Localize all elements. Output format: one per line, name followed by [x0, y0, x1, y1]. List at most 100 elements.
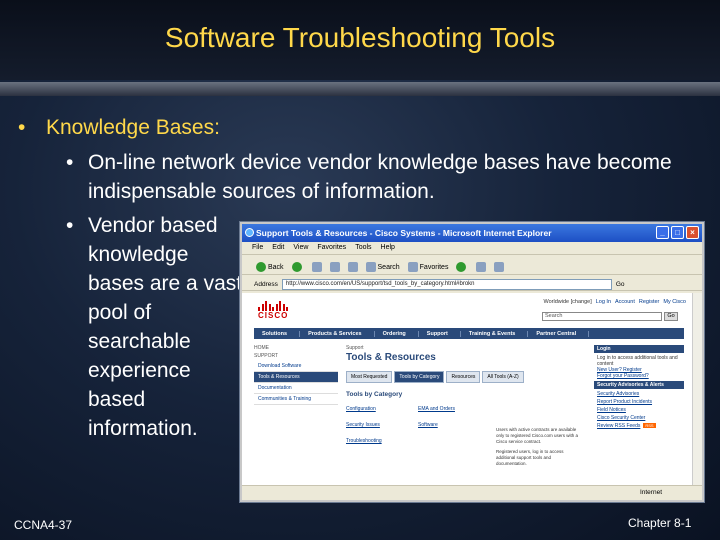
minimize-icon[interactable]: _ [656, 226, 669, 239]
bullet-dot: • [18, 116, 26, 139]
bullet-level2-text: On-line network device vendor knowledge … [88, 151, 672, 203]
bullet-level2-text: Vendor based knowledge bases are a vast … [88, 214, 243, 440]
print-icon[interactable] [494, 261, 505, 272]
go-button[interactable]: Go [616, 281, 625, 288]
search-icon [365, 261, 376, 272]
left-nav: HOME SUPPORT Download Software Tools & R… [254, 345, 338, 405]
login-text: Log in to access additional tools and co… [597, 355, 678, 367]
account-link[interactable]: Account [615, 299, 635, 305]
login-link[interactable]: Log In [596, 299, 611, 305]
cisco-logo: CISCO [258, 301, 298, 323]
crumb-home[interactable]: HOME [254, 345, 338, 351]
mail-icon[interactable] [476, 261, 487, 272]
security-links: Security Advisories Report Product Incid… [594, 389, 684, 433]
slide-title: Software Troubleshooting Tools [164, 22, 556, 53]
menu-bar: File Edit View Favorites Tools Help [242, 242, 702, 255]
back-button[interactable]: Back [256, 261, 284, 272]
tab-most-requested[interactable]: Most Requested [346, 371, 393, 383]
nav-products[interactable]: Products & Services [300, 330, 375, 337]
security-head: Security Advisories & Alerts [594, 381, 684, 389]
address-bar: Address http://www.cisco.com/en/US/suppo… [242, 275, 702, 291]
close-icon[interactable]: × [686, 226, 699, 239]
nav-support[interactable]: Support [419, 330, 461, 337]
leftnav-documentation[interactable]: Documentation [254, 383, 338, 394]
search-button[interactable]: Search [365, 261, 400, 272]
ie-icon [245, 228, 254, 237]
link-rss-feeds[interactable]: Review RSS Feeds RSS [597, 423, 681, 429]
status-bar: Internet [242, 485, 702, 500]
cat-configuration[interactable]: Configuration [346, 406, 418, 412]
menu-file[interactable]: File [252, 244, 263, 254]
menu-view[interactable]: View [293, 244, 308, 254]
register-link[interactable]: Register [639, 299, 659, 305]
menu-edit[interactable]: Edit [272, 244, 284, 254]
info-registered: Registered users, log in to access addit… [496, 449, 564, 466]
cat-ema-orders[interactable]: EMA and Orders [418, 406, 488, 412]
tab-by-category[interactable]: Tools by Category [394, 371, 445, 383]
right-panel: Login Log in to access additional tools … [594, 345, 684, 433]
address-label: Address [254, 280, 278, 288]
nav-ordering[interactable]: Ordering [375, 330, 419, 337]
bullet-level2-second: • Vendor based knowledge bases are a vas… [66, 211, 248, 443]
footer-course: CCNA4-37 [14, 518, 73, 532]
main-content: Support Tools & Resources Most Requested… [346, 345, 586, 466]
forward-arrow-icon[interactable] [291, 261, 302, 272]
bullet-level1-text: Knowledge Bases: [46, 116, 220, 139]
my-cisco-link[interactable]: My Cisco [663, 299, 686, 305]
refresh-icon[interactable] [329, 261, 340, 272]
nav-solutions[interactable]: Solutions [254, 330, 301, 337]
site-search: Search Go [542, 312, 678, 321]
favorites-label: Favorites [419, 263, 449, 271]
address-input[interactable]: http://www.cisco.com/en/US/support/tsd_t… [281, 278, 612, 290]
link-advisories[interactable]: Security Advisories [597, 391, 681, 397]
bullet-dot: • [66, 214, 74, 237]
link-incidents[interactable]: Report Product Incidents [597, 399, 681, 405]
nav-training[interactable]: Training & Events [461, 330, 529, 337]
cat-troubleshooting[interactable]: Troubleshooting [346, 438, 418, 444]
nav-partner[interactable]: Partner Central [528, 330, 590, 337]
window-controls: _ □ × [656, 226, 699, 239]
worldwide-link[interactable]: Worldwide [change] [544, 299, 592, 305]
bullet-level1: • Knowledge Bases: [18, 116, 220, 140]
tab-resources[interactable]: Resources [446, 371, 481, 383]
site-search-go[interactable]: Go [664, 312, 678, 321]
back-arrow-icon [256, 261, 266, 272]
maximize-icon[interactable]: □ [671, 226, 684, 239]
web-page: CISCO Worldwide [change] Log In Account … [242, 293, 694, 485]
site-search-input[interactable]: Search [542, 312, 662, 321]
leftnav-tools[interactable]: Tools & Resources [254, 372, 338, 383]
stop-icon[interactable] [311, 261, 322, 272]
footer-chapter: Chapter 8-1 [628, 516, 692, 530]
tab-all-tools[interactable]: All Tools (A-Z) [482, 371, 524, 383]
media-icon[interactable] [456, 261, 467, 272]
back-label: Back [268, 263, 284, 271]
bullet-dot: • [66, 151, 74, 174]
crumb-support[interactable]: SUPPORT [254, 353, 338, 359]
leftnav-download[interactable]: Download Software [254, 361, 338, 372]
favorites-button[interactable]: Favorites [407, 261, 449, 272]
link-security-center[interactable]: Cisco Security Center [597, 415, 681, 421]
page-heading: Tools & Resources [346, 352, 436, 363]
top-links: Worldwide [change] Log In Account Regist… [544, 299, 686, 305]
menu-tools[interactable]: Tools [355, 244, 371, 254]
home-icon[interactable] [347, 261, 358, 272]
star-icon [407, 261, 418, 272]
forgot-link[interactable]: Forgot your Password? [597, 373, 649, 379]
cat-security[interactable]: Security Issues [346, 422, 418, 428]
login-body: Log in to access additional tools and co… [594, 353, 684, 381]
bullet-level2-first: • On-line network device vendor knowledg… [66, 148, 698, 206]
vertical-scrollbar[interactable] [692, 293, 702, 485]
browser-title-bar: Support Tools & Resources - Cisco System… [242, 224, 702, 242]
browser-title: Support Tools & Resources - Cisco System… [256, 228, 552, 238]
leftnav-communities[interactable]: Communities & Training [254, 394, 338, 405]
search-label: Search [377, 263, 400, 271]
support-label: Support [346, 345, 364, 351]
title-rule [0, 82, 720, 96]
menu-favorites[interactable]: Favorites [317, 244, 346, 254]
info-contract: Users with active contracts are availabl… [496, 427, 579, 444]
cat-software[interactable]: Software [418, 422, 488, 428]
menu-help[interactable]: Help [381, 244, 395, 254]
status-zone: Internet [639, 489, 662, 496]
link-field-notices[interactable]: Field Notices [597, 407, 681, 413]
rss-icon: RSS [643, 423, 656, 428]
